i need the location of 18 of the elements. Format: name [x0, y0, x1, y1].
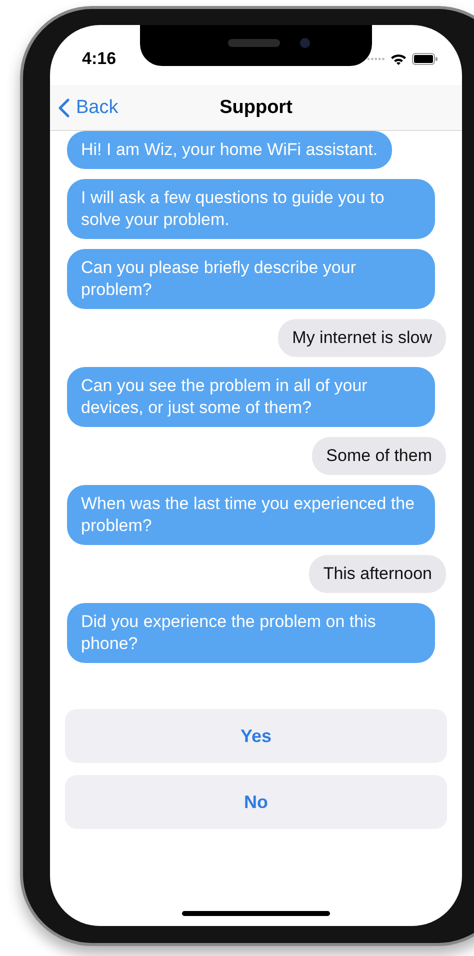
back-button[interactable]: Back — [50, 96, 118, 118]
bot-message-bubble: I will ask a few questions to guide you to solve your problem. — [67, 179, 435, 239]
wifi-icon — [390, 53, 407, 65]
bot-message-bubble: Can you please briefly describe your problem? — [67, 249, 435, 309]
user-message-bubble: My internet is slow — [278, 319, 446, 357]
bot-message-bubble: Did you experience the problem on this phone? — [67, 603, 435, 663]
bot-message-bubble: Hi! I am Wiz, your home WiFi assistant. — [67, 131, 392, 169]
answer-button[interactable]: Yes — [65, 709, 447, 763]
bot-message-bubble: Can you see the problem in all of your devices, or just some of them? — [67, 367, 435, 427]
battery-icon — [412, 53, 438, 65]
user-message-bubble: This afternoon — [309, 555, 446, 593]
signal-dots-icon — [367, 57, 385, 61]
bot-message-bubble: When was the last time you experienced the problem? — [67, 485, 435, 545]
screen-title: Support — [220, 96, 292, 118]
user-message-bubble: Some of them — [312, 437, 446, 475]
status-time: 4:16 — [82, 49, 116, 69]
chevron-left-icon — [58, 98, 70, 118]
answer-button[interactable]: No — [65, 775, 447, 829]
